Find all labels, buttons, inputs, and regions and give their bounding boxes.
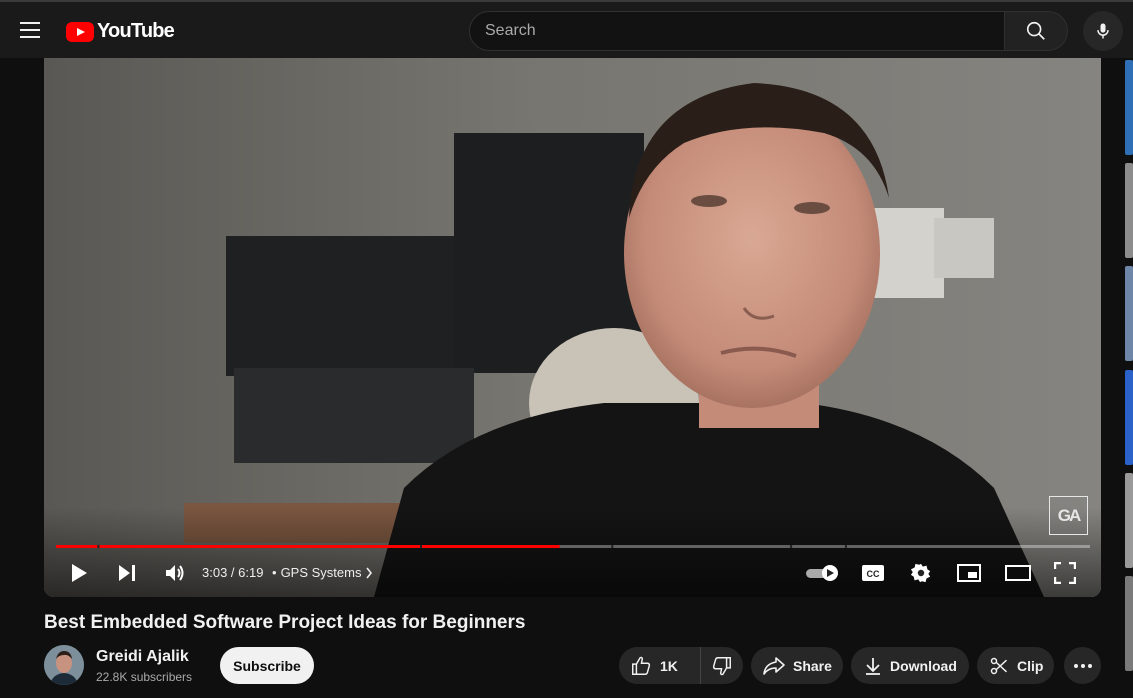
chapter-title-button[interactable]: • GPS Systems [272,565,373,580]
subscriber-count: 22.8K subscribers [96,670,193,684]
fullscreen-button[interactable] [1050,555,1080,591]
clip-label: Clip [1017,657,1044,674]
menu-icon[interactable] [20,22,40,38]
time-display: 3:03 / 6:19 [202,565,264,580]
progress-bar[interactable] [56,545,1090,548]
play-button[interactable] [64,555,94,591]
thumbs-up-icon [632,656,651,675]
search-input[interactable]: Search [469,11,1005,51]
microphone-icon [1097,23,1109,39]
avatar-image [44,645,84,685]
like-dislike-group: 1K [619,647,743,684]
thumbnail-edge [1125,370,1133,465]
youtube-play-logo-icon [66,21,94,42]
autoplay-toggle[interactable] [804,555,842,591]
settings-button[interactable] [906,555,936,591]
chevron-right-icon [366,567,373,578]
thumbnail-edge [1125,163,1133,258]
chapter-gap [611,545,614,548]
chapter-separator: • [272,565,277,580]
voice-search-button[interactable] [1083,11,1123,51]
share-icon [763,656,785,675]
progress-played [56,545,560,548]
chapter-gap [790,545,793,548]
closed-captions-icon: CC [862,565,884,581]
volume-icon [166,565,184,581]
chapter-gap [844,545,847,548]
captions-button[interactable]: CC [858,555,888,591]
download-icon [866,657,880,675]
like-button[interactable]: 1K [619,647,701,684]
top-bar: YouTube Search [0,0,1133,58]
search-placeholder: Search [485,22,536,39]
clip-button[interactable]: Clip [977,647,1054,684]
recommended-thumbnails-strip[interactable] [1125,58,1133,698]
video-player[interactable]: GA 3:03 / 6:19 • GPS Systems CC [44,58,1101,597]
share-button[interactable]: Share [751,647,843,684]
autoplay-icon [806,565,838,581]
next-button[interactable] [112,555,142,591]
channel-name[interactable]: Greidi Ajalik [96,648,189,666]
share-label: Share [793,657,832,674]
thumbs-down-icon [712,656,731,675]
theater-mode-button[interactable] [1001,555,1035,591]
mute-button[interactable] [160,555,190,591]
chapter-label: GPS Systems [280,565,362,580]
logo-text: YouTube [97,20,175,42]
search-icon [1026,21,1045,40]
channel-avatar[interactable] [44,645,84,685]
chapter-gap [97,545,100,548]
subscribe-button[interactable]: Subscribe [220,647,314,684]
thumbnail-edge [1125,473,1133,568]
download-label: Download [890,657,957,674]
scissors-icon [990,657,1008,674]
miniplayer-icon [957,564,981,582]
play-icon [72,564,87,582]
more-actions-button[interactable] [1064,647,1101,684]
svg-text:CC: CC [867,569,880,579]
thumbnail-edge [1125,576,1133,671]
chapter-gap [420,545,422,548]
gear-icon [910,563,931,583]
search-button[interactable] [1004,11,1068,51]
fullscreen-icon [1054,562,1076,584]
thumbnail-edge [1125,266,1133,361]
skip-next-icon [119,565,135,581]
dislike-button[interactable] [701,647,743,684]
player-controls: 3:03 / 6:19 • GPS Systems CC [44,555,1101,591]
more-horizontal-icon [1073,663,1092,668]
theater-mode-icon [1005,565,1031,581]
channel-watermark[interactable]: GA [1049,496,1088,535]
like-count: 1K [660,657,678,674]
miniplayer-button[interactable] [954,555,984,591]
download-button[interactable]: Download [851,647,969,684]
youtube-logo[interactable]: YouTube [66,20,175,43]
video-title: Best Embedded Software Project Ideas for… [44,612,526,633]
thumbnail-edge [1125,60,1133,155]
